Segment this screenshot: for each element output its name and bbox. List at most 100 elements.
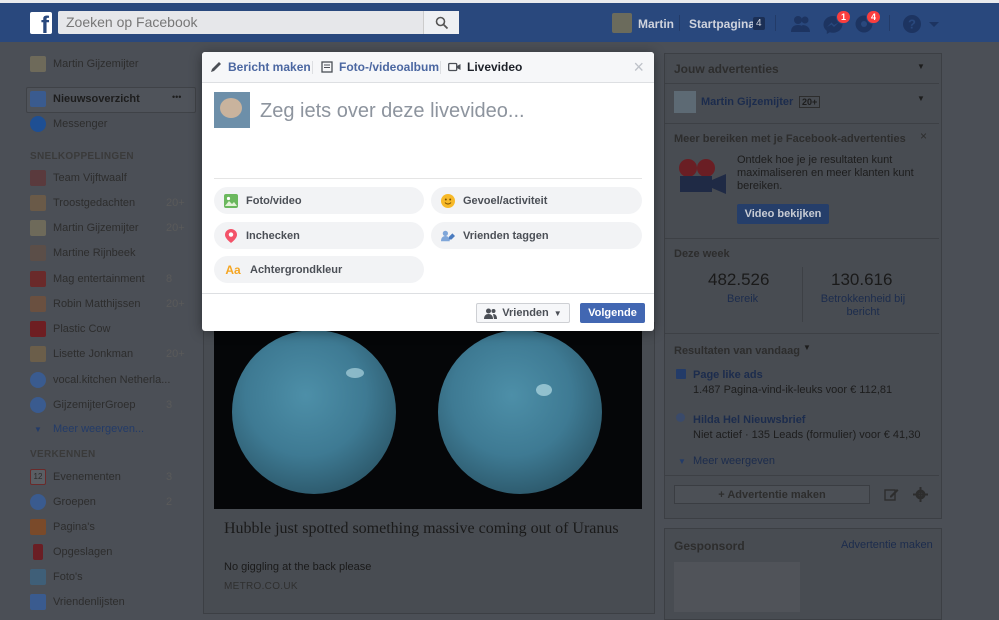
help-icon[interactable]: ? — [902, 14, 924, 34]
option-background-color[interactable]: Aa Achtergrondkleur — [214, 256, 424, 283]
home-link[interactable]: Startpagina — [689, 17, 755, 31]
week-heading: Deze week — [674, 248, 730, 260]
sponsored-image[interactable] — [674, 562, 800, 612]
sidebar-shortcut[interactable]: Plastic Cow — [30, 319, 110, 339]
sidebar-item-friendlists[interactable]: Vriendenlijsten — [30, 592, 125, 612]
sidebar-shortcut[interactable]: Team Vijftwaalf — [30, 168, 127, 188]
messages-badge: 1 — [836, 10, 852, 24]
nav-divider — [775, 15, 776, 31]
divider — [214, 178, 642, 179]
sidebar-item-pages[interactable]: Pagina's — [30, 517, 95, 537]
sidebar-shortcut[interactable]: Martin Gijzemijter 20+ — [30, 218, 185, 238]
planet-image-right — [438, 330, 602, 494]
notifications-badge: 4 — [866, 10, 882, 24]
ads-heading: Jouw advertenties — [674, 62, 779, 76]
modal-footer: Vrienden ▼ Volgende — [202, 293, 654, 331]
sidebar-shortcut[interactable]: vocal.kitchen Netherla... — [30, 370, 170, 390]
option-photo-video[interactable]: Foto/video — [214, 187, 424, 214]
search-input[interactable]: Zoeken op Facebook — [58, 11, 458, 34]
sidebar-shortcut[interactable]: Mag entertainment 8 — [30, 269, 172, 289]
top-navigation-bar: f Zoeken op Facebook Martin Startpagina … — [0, 3, 999, 42]
tab-divider — [440, 61, 441, 74]
create-post-modal: Bericht maken Foto-/videoalbum Livevideo… — [202, 52, 654, 331]
option-tag-friends[interactable]: Vrienden taggen — [431, 222, 642, 249]
profile-avatar[interactable] — [612, 13, 632, 33]
sidebar-item-events[interactable]: 12 Evenementen 3 — [30, 467, 172, 487]
search-button[interactable] — [423, 11, 459, 34]
post-subtitle: No giggling at the back please — [224, 561, 372, 573]
shortcut-icon — [30, 170, 46, 186]
sidebar-more-shortcuts[interactable]: ▼ Meer weergeven... — [30, 419, 144, 439]
tab-live-video[interactable]: Livevideo — [448, 60, 522, 74]
result-newsletter[interactable]: Hilda Hel Nieuwsbrief — [693, 414, 805, 426]
svg-text:?: ? — [908, 17, 916, 32]
sidebar-shortcut[interactable]: Martine Rijnbeek — [30, 243, 136, 263]
gear-icon[interactable] — [913, 487, 928, 502]
sidebar-item-label: Martin Gijzemijter — [53, 58, 139, 70]
planet-image-left — [232, 330, 396, 494]
tab-photo-album[interactable]: Foto-/videoalbum — [321, 60, 439, 74]
next-button[interactable]: Volgende — [580, 303, 645, 323]
avatar — [214, 92, 250, 128]
chevron-down-icon[interactable] — [928, 14, 940, 34]
sidebar-shortcut[interactable]: Troostgedachten 20+ — [30, 193, 185, 213]
sidebar-item-messenger[interactable]: Messenger — [30, 114, 107, 134]
post-image[interactable] — [214, 330, 642, 509]
more-options-icon[interactable]: ••• — [172, 92, 181, 102]
sidebar-item-newsfeed[interactable]: Nieuwsoverzicht — [30, 89, 140, 109]
location-pin-icon — [224, 228, 238, 243]
close-icon[interactable]: × — [633, 57, 644, 78]
friend-requests-icon[interactable] — [790, 14, 812, 34]
option-check-in[interactable]: Inchecken — [214, 222, 424, 249]
explore-heading: VERKENNEN — [30, 449, 96, 460]
divider — [665, 83, 939, 84]
sidebar-shortcut[interactable]: Robin Matthijssen 20+ — [30, 294, 185, 314]
more-results-link[interactable]: Meer weergeven — [693, 455, 775, 467]
promo-title: Meer bereiken met je Facebook-advertenti… — [674, 133, 906, 145]
option-feeling-activity[interactable]: Gevoel/activiteit — [431, 187, 642, 214]
engagement-label[interactable]: Betrokkenheid bij bericht — [813, 293, 913, 319]
messenger-icon — [30, 116, 46, 132]
photos-icon — [30, 569, 46, 585]
calendar-icon: 12 — [30, 469, 46, 485]
chevron-down-icon[interactable]: ▼ — [917, 62, 925, 71]
album-icon — [321, 61, 333, 73]
chevron-down-icon[interactable]: ▼ — [917, 94, 925, 103]
today-heading[interactable]: Resultaten van vandaag — [674, 345, 800, 357]
friends-list-icon — [30, 594, 46, 610]
post-link-caption[interactable]: Hubble just spotted something massive co… — [214, 509, 642, 599]
watch-video-button[interactable]: Video bekijken — [737, 204, 829, 224]
video-icon — [448, 62, 461, 72]
newsfeed-icon — [30, 91, 46, 107]
chevron-down-icon: ▼ — [553, 308, 562, 318]
shortcut-icon — [30, 346, 46, 362]
chevron-down-icon[interactable]: ▼ — [803, 343, 811, 352]
divider — [665, 333, 939, 334]
close-icon[interactable]: × — [920, 129, 927, 143]
home-count-badge: 4 — [753, 17, 765, 30]
tab-create-post[interactable]: Bericht maken — [210, 60, 311, 74]
group-icon — [30, 397, 46, 413]
post-text-input[interactable]: Zeg iets over deze livevideo... — [260, 100, 525, 123]
shortcut-icon — [30, 220, 46, 236]
pencil-icon — [211, 62, 221, 72]
sidebar-item-saved[interactable]: Opgeslagen — [30, 542, 112, 562]
sidebar-item-photos[interactable]: Foto's — [30, 567, 83, 587]
shortcut-icon — [30, 321, 46, 337]
sidebar-item-groups[interactable]: Groepen 2 — [30, 492, 172, 512]
search-icon — [435, 16, 448, 29]
page-name-link[interactable]: Martin Gijzemijter — [701, 96, 793, 108]
video-camera-icon — [679, 159, 726, 194]
audience-selector-button[interactable]: Vrienden ▼ — [476, 303, 570, 323]
sidebar-shortcut[interactable]: Lisette Jonkman 20+ — [30, 344, 185, 364]
create-ad-link[interactable]: Advertentie maken — [841, 539, 933, 551]
sidebar-profile[interactable]: Martin Gijzemijter — [30, 54, 139, 74]
facebook-logo[interactable]: f — [30, 12, 52, 34]
reach-label[interactable]: Bereik — [727, 293, 758, 305]
sidebar-shortcut[interactable]: GijzemijterGroep 3 — [30, 395, 172, 415]
result-page-like-ads[interactable]: Page like ads — [693, 369, 763, 381]
profile-link[interactable]: Martin — [638, 17, 674, 31]
create-ad-button[interactable]: + Advertentie maken — [674, 485, 870, 504]
edit-icon[interactable] — [884, 487, 899, 502]
bookmark-icon — [33, 544, 43, 560]
